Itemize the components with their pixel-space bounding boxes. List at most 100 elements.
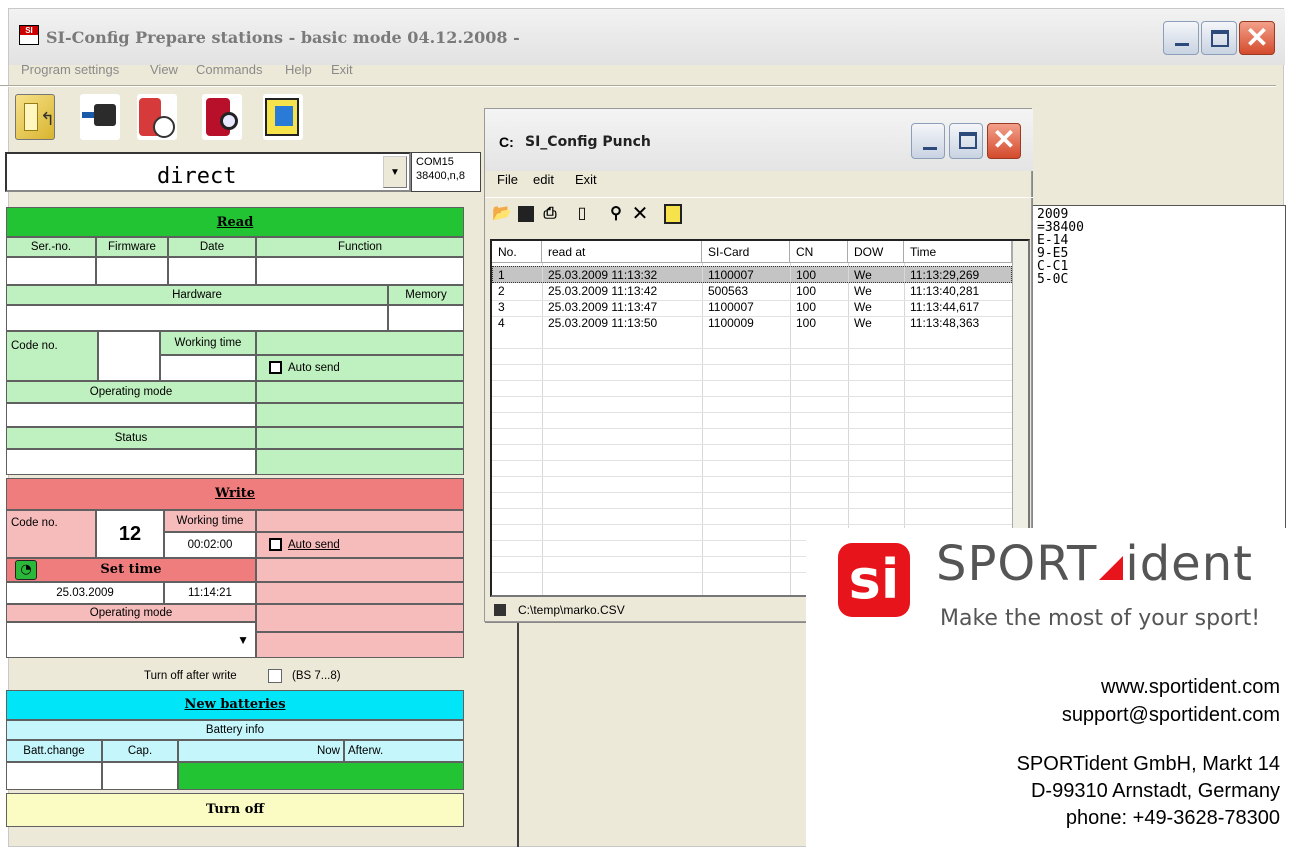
- info-line: =38400: [1037, 220, 1084, 235]
- read-function-cell: [256, 331, 464, 355]
- set-date-value: 25.03.2009: [6, 582, 164, 604]
- menu-help[interactable]: Help: [285, 62, 312, 77]
- maximize-button[interactable]: [1201, 21, 1237, 55]
- cap-value: [102, 762, 178, 790]
- punch-menu-exit[interactable]: Exit: [575, 172, 597, 187]
- punch-toolbar: 📂 ⎙ ▯ ⚲ ✕: [485, 197, 1033, 231]
- bs-label: (BS 7...8): [292, 670, 341, 682]
- write-extra-cell-3: [256, 582, 464, 604]
- checkbox-icon: [269, 538, 282, 552]
- punch-menu-edit[interactable]: edit: [533, 172, 554, 187]
- card-reader-icon[interactable]: [80, 94, 120, 140]
- station-search-icon[interactable]: [202, 94, 242, 140]
- write-working-time-label: Working time: [164, 510, 256, 532]
- menu-exit[interactable]: Exit: [331, 62, 353, 77]
- cell-cn: 100: [796, 268, 817, 282]
- sportident-logo: si: [838, 543, 910, 617]
- turn-off-after-write-checkbox[interactable]: [268, 669, 282, 683]
- info-line: 5-0C: [1037, 272, 1069, 287]
- menu-program-settings[interactable]: Program settings: [21, 62, 119, 77]
- brand-name: SPORT ident: [936, 536, 1253, 592]
- write-working-time-input[interactable]: 00:02:00: [164, 532, 256, 558]
- write-auto-send-checkbox[interactable]: Auto send: [256, 532, 464, 558]
- folder-station-icon[interactable]: ↰: [15, 94, 55, 140]
- menu-commands[interactable]: Commands: [196, 62, 262, 77]
- cell-time: 11:13:29,269: [910, 268, 980, 282]
- write-code-no-label: Code no.: [6, 510, 96, 558]
- support-email[interactable]: support@sportident.com: [1062, 704, 1280, 727]
- set-time-button[interactable]: ◔ Set time: [6, 558, 256, 582]
- save-icon[interactable]: [515, 203, 537, 225]
- exit-icon[interactable]: [263, 94, 303, 140]
- write-operating-mode-label: Operating mode: [6, 604, 256, 622]
- menu-view[interactable]: View: [150, 62, 178, 77]
- cell-time: 11:13:40,281: [910, 284, 980, 298]
- cell-dow: We: [854, 268, 872, 282]
- cell-time: 11:13:48,363: [910, 316, 980, 330]
- com-baud-label: 38400,n,8: [416, 170, 465, 182]
- port-mode-value: direct: [157, 164, 237, 189]
- col-si-card-header[interactable]: SI-Card: [702, 241, 790, 263]
- checkbox-icon: [269, 361, 282, 375]
- punch-menu-file[interactable]: File: [497, 172, 518, 187]
- company-address: SPORTident GmbH, Markt 14: [1016, 753, 1280, 775]
- brand-tagline: Make the most of your sport!: [940, 606, 1261, 631]
- status-value: [6, 449, 256, 475]
- port-mode-select[interactable]: direct ▼: [5, 152, 411, 192]
- new-icon[interactable]: ▯: [571, 203, 593, 225]
- brand-overlay: si SPORT ident Make the most of your spor…: [806, 528, 1292, 847]
- cell-read-at: 25.03.2009 11:13:42: [548, 284, 658, 298]
- col-dow-header[interactable]: DOW: [848, 241, 904, 263]
- read-button[interactable]: Read: [6, 207, 464, 237]
- write-code-no-input[interactable]: 12: [96, 510, 164, 558]
- working-time-value: [160, 355, 256, 381]
- read-extra-cell-2: [256, 403, 464, 427]
- maximize-icon: [1211, 30, 1229, 47]
- batteries-section: New batteries Battery info Batt.change C…: [6, 690, 464, 792]
- panel-divider: [517, 622, 519, 847]
- info-line: 9-E5: [1037, 246, 1069, 261]
- export-icon[interactable]: [663, 203, 685, 225]
- turn-off-button[interactable]: Turn off: [6, 793, 464, 827]
- cell-no: 3: [498, 300, 505, 314]
- info-line: E-14: [1037, 233, 1069, 248]
- close-icon: ✕: [992, 124, 1016, 155]
- clock-icon: ◔: [15, 560, 37, 580]
- station-clock-icon[interactable]: [137, 94, 177, 140]
- punch-close-button[interactable]: ✕: [987, 123, 1021, 159]
- open-icon[interactable]: 📂: [491, 203, 513, 225]
- find-icon[interactable]: ⚲: [605, 203, 627, 225]
- status-label: Status: [6, 427, 256, 449]
- delete-icon[interactable]: ✕: [629, 203, 651, 225]
- close-button[interactable]: ✕: [1239, 21, 1275, 55]
- minimize-button[interactable]: [1163, 21, 1199, 55]
- firmware-label: Firmware: [96, 237, 168, 257]
- function-label: Function: [256, 237, 464, 257]
- set-time-value: 11:14:21: [164, 582, 256, 604]
- write-section: Write Code no. 12 Working time 00:02:00 …: [6, 478, 464, 660]
- new-batteries-button[interactable]: New batteries: [6, 690, 464, 720]
- col-cn-header[interactable]: CN: [790, 241, 848, 263]
- memory-value: [388, 305, 464, 331]
- firmware-value: [96, 257, 168, 285]
- window-title: SI-Config Prepare stations - basic mode …: [46, 28, 520, 47]
- write-extra-cell-2: [256, 558, 464, 582]
- cell-read-at: 25.03.2009 11:13:50: [548, 316, 658, 330]
- col-read-at-header[interactable]: read at: [542, 241, 702, 263]
- punch-minimize-button[interactable]: [911, 123, 945, 159]
- write-extra-cell-5: [256, 632, 464, 658]
- cell-dow: We: [854, 284, 872, 298]
- function-value: [256, 257, 464, 285]
- col-time-header[interactable]: Time: [904, 241, 1012, 263]
- write-operating-mode-select[interactable]: ▼: [6, 622, 256, 658]
- cell-read-at: 25.03.2009 11:13:32: [548, 268, 658, 282]
- hardware-label: Hardware: [6, 285, 388, 305]
- chevron-down-icon[interactable]: ▼: [383, 156, 407, 188]
- punch-maximize-button[interactable]: [949, 123, 983, 159]
- read-auto-send-checkbox[interactable]: Auto send: [256, 355, 464, 381]
- write-button[interactable]: Write: [6, 478, 464, 510]
- code-no-label: Code no.: [6, 331, 98, 381]
- col-no-header[interactable]: No.: [492, 241, 542, 263]
- website-link[interactable]: www.sportident.com: [1101, 676, 1280, 699]
- print-icon[interactable]: ⎙: [539, 203, 561, 225]
